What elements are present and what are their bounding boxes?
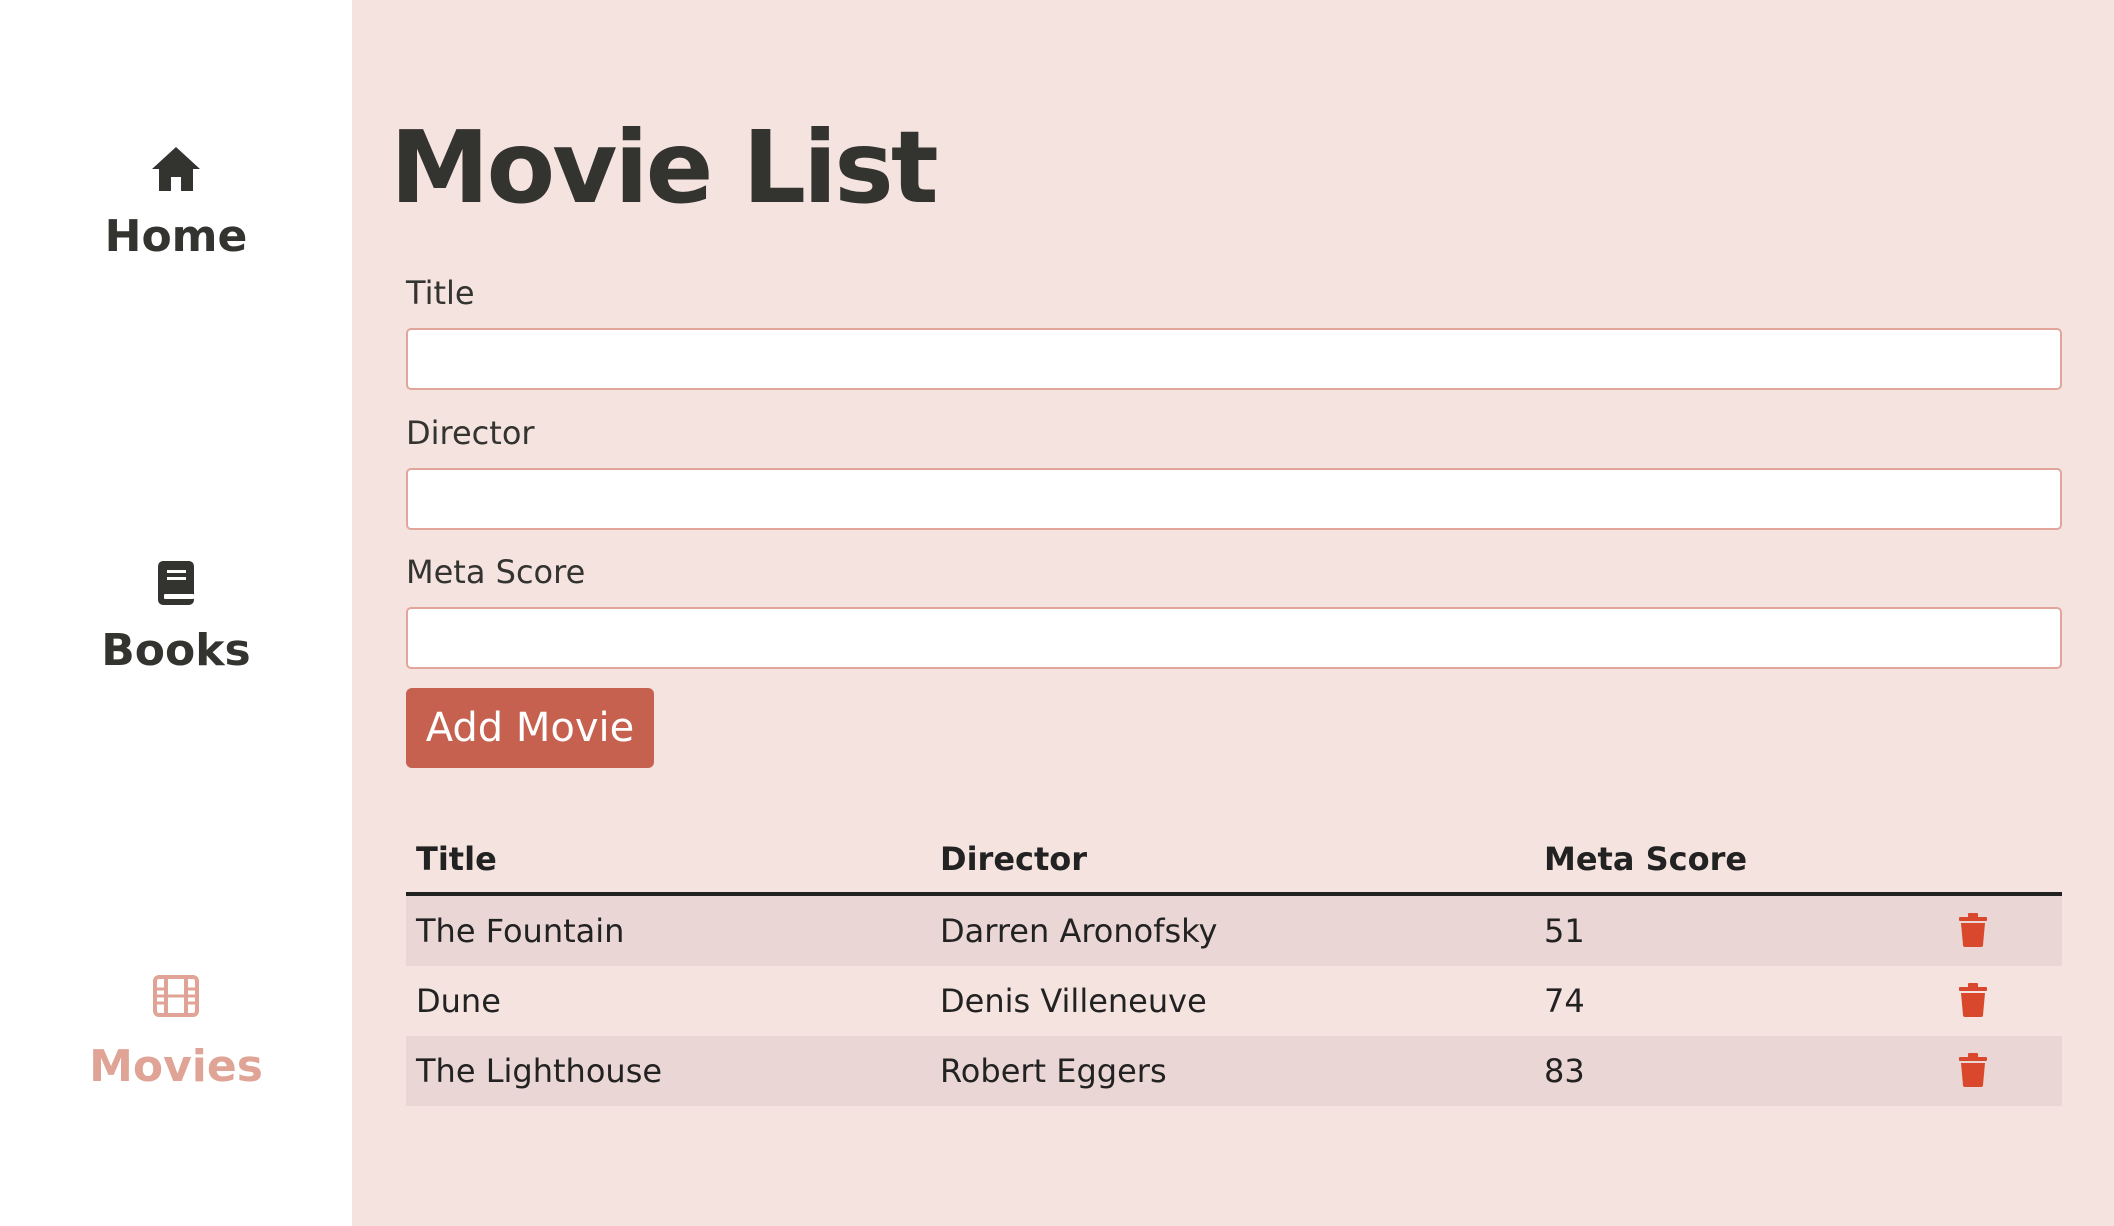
cell-title: The Lighthouse <box>416 1052 663 1090</box>
delete-button[interactable] <box>1958 912 1988 950</box>
director-input[interactable] <box>406 468 2062 530</box>
trash-icon <box>1959 982 1987 1017</box>
column-header-director: Director <box>940 840 1088 878</box>
movie-table: Title Director Meta Score The Fountain D… <box>406 826 2062 1106</box>
column-header-title: Title <box>416 840 497 878</box>
table-row: Dune Denis Villeneuve 74 <box>406 966 2062 1036</box>
sidebar-item-label: Home <box>104 211 248 262</box>
column-header-meta-score: Meta Score <box>1544 840 1748 878</box>
home-icon <box>0 145 352 197</box>
cell-actions <box>1958 1052 2062 1090</box>
meta-score-label: Meta Score <box>406 553 586 591</box>
cell-director: Denis Villeneuve <box>940 982 1207 1020</box>
cell-actions <box>1958 912 2062 950</box>
table-row: The Lighthouse Robert Eggers 83 <box>406 1036 2062 1106</box>
sidebar-item-movies[interactable]: Movies <box>0 975 352 1092</box>
main-content: Movie List Title Director Meta Score Add… <box>352 0 2114 1226</box>
page-title: Movie List <box>390 109 939 226</box>
cell-director: Robert Eggers <box>940 1052 1167 1090</box>
book-icon <box>0 559 352 611</box>
sidebar-item-label: Books <box>101 625 251 676</box>
sidebar-item-label: Movies <box>89 1041 263 1092</box>
cell-title: Dune <box>416 982 501 1020</box>
director-label: Director <box>406 414 535 452</box>
cell-meta-score: 83 <box>1544 1052 1585 1090</box>
trash-icon <box>1959 1052 1987 1087</box>
delete-button[interactable] <box>1958 982 1988 1020</box>
title-label: Title <box>406 274 475 312</box>
film-icon <box>0 975 352 1027</box>
cell-director: Darren Aronofsky <box>940 912 1218 950</box>
sidebar: Home Books Movies <box>0 0 352 1226</box>
cell-title: The Fountain <box>416 912 625 950</box>
cell-meta-score: 74 <box>1544 982 1585 1020</box>
meta-score-input[interactable] <box>406 607 2062 669</box>
table-row: The Fountain Darren Aronofsky 51 <box>406 896 2062 966</box>
cell-meta-score: 51 <box>1544 912 1585 950</box>
trash-icon <box>1959 912 1987 947</box>
title-input[interactable] <box>406 328 2062 390</box>
table-header: Title Director Meta Score <box>406 826 2062 896</box>
add-movie-button[interactable]: Add Movie <box>406 688 654 768</box>
cell-actions <box>1958 982 2062 1020</box>
sidebar-item-home[interactable]: Home <box>0 145 352 262</box>
delete-button[interactable] <box>1958 1052 1988 1090</box>
sidebar-item-books[interactable]: Books <box>0 559 352 676</box>
